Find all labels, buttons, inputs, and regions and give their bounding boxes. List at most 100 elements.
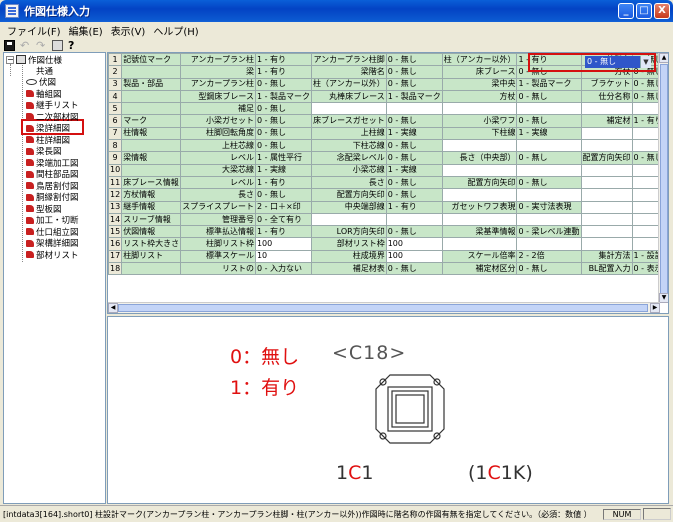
cell-value[interactable]: 100 <box>254 237 313 251</box>
cell-value[interactable]: 1 - 有り <box>254 65 313 79</box>
tree-item[interactable]: 二次部材図 <box>26 111 79 123</box>
tree-item[interactable]: 架構詳細図 <box>26 238 79 249</box>
cell-value[interactable]: 0 - 無し <box>516 89 582 104</box>
cell-value[interactable]: 0 - 無し <box>385 225 443 239</box>
minimize-button[interactable]: _ <box>618 3 634 19</box>
tree-item[interactable]: 軸組図 <box>26 88 62 100</box>
cell-value[interactable] <box>516 237 582 251</box>
cell-value[interactable] <box>516 212 582 227</box>
cell-label <box>441 139 518 153</box>
scroll-left-icon[interactable]: ◀ <box>108 303 118 313</box>
help-icon[interactable]: ? <box>68 40 79 51</box>
cell-value[interactable]: 0 - 無し <box>385 77 443 91</box>
hscroll-thumb[interactable] <box>118 304 648 312</box>
row-category: 梁情報 <box>121 151 182 165</box>
cell-value[interactable]: 1 - 製品マーク <box>385 89 443 104</box>
menu-bar: ファイル(F) 編集(E) 表示(V) ヘルプ(H) <box>0 22 673 38</box>
cell-label: ブラケット <box>580 77 633 91</box>
tree-item[interactable]: 型板図 <box>26 203 62 215</box>
maximize-button[interactable]: □ <box>636 3 652 19</box>
cell-value[interactable] <box>516 163 582 177</box>
cell-value[interactable]: 1 - 実線 <box>254 163 313 177</box>
cell-value[interactable]: 1 - 有り <box>385 200 443 214</box>
tree-item[interactable]: 加工・切断 <box>26 215 79 226</box>
cell-value[interactable]: 0 - 無し <box>385 53 443 67</box>
close-button[interactable]: X <box>654 3 670 19</box>
redo-icon[interactable]: ↷ <box>36 40 47 51</box>
cell-value[interactable]: 0 - 無し <box>516 262 582 276</box>
cell-value[interactable] <box>516 139 582 153</box>
menu-view[interactable]: 表示(V) <box>107 23 150 38</box>
floor-name-select[interactable]: 0 - 無し ▼ <box>585 56 651 68</box>
cell-value[interactable] <box>385 212 443 227</box>
cell-value[interactable]: 1 - 属性平行 <box>254 151 313 165</box>
cell-value[interactable]: 0 - 無し <box>254 139 313 153</box>
cell-value[interactable]: 0 - 梁レベル連動 <box>516 225 582 239</box>
tree-item[interactable]: 柱詳細図 <box>26 134 70 146</box>
cell-value[interactable]: 1 - 実線 <box>385 163 443 177</box>
cell-value[interactable]: 1 - 製品マーク <box>254 89 313 104</box>
cell-label <box>580 200 633 214</box>
cell-value[interactable]: 0 - 無し <box>254 188 313 202</box>
cell-value[interactable]: 0 - 実寸法表現 <box>516 200 582 214</box>
cell-value[interactable]: 100 <box>385 249 443 264</box>
tree-root[interactable]: 作図仕様 <box>16 54 62 66</box>
cell-value[interactable]: 0 - 無し <box>385 151 443 165</box>
vertical-scrollbar[interactable]: ▲ ▼ <box>658 53 668 303</box>
cell-value[interactable]: 0 - 無し <box>516 175 582 190</box>
scroll-up-icon[interactable]: ▲ <box>659 53 668 63</box>
tree-item[interactable]: 仕口組立図 <box>26 226 79 238</box>
cell-value[interactable]: 1 - 実線 <box>516 126 582 141</box>
cell-value[interactable]: 0 - 無し <box>385 139 443 153</box>
tree-item[interactable]: 梁端加工図 <box>26 157 79 169</box>
cell-value[interactable]: 0 - 無し <box>254 126 313 141</box>
cell-value[interactable]: 0 - 無し <box>254 102 313 116</box>
cell-value[interactable]: 1 - 実線 <box>385 126 443 141</box>
scroll-thumb[interactable] <box>660 64 668 294</box>
cell-value[interactable]: 0 - 無し <box>254 114 313 128</box>
row-category <box>121 102 182 116</box>
cell-value[interactable]: 0 - 無し <box>385 65 443 79</box>
cell-value[interactable]: 0 - 入力ない <box>254 262 313 276</box>
scroll-down-icon[interactable]: ▼ <box>659 293 668 303</box>
cell-value[interactable]: 10 <box>254 249 313 264</box>
cell-value[interactable]: 0 - 無し <box>385 175 443 190</box>
tree-item[interactable]: 梁長図 <box>26 146 62 157</box>
tree-item[interactable]: 共通 <box>26 65 53 77</box>
tree-item[interactable]: 間柱部品図 <box>26 169 79 180</box>
cell-value[interactable] <box>516 188 582 202</box>
cell-value[interactable]: 0 - 無し <box>385 188 443 202</box>
save-icon[interactable] <box>4 39 15 51</box>
tree-item[interactable]: 継手リスト <box>26 100 79 111</box>
cell-value[interactable]: 0 - 無し <box>385 114 443 128</box>
cell-value[interactable]: 100 <box>385 237 443 251</box>
category-tree[interactable]: − 作図仕様 共通 伏図 軸組図 継手リスト 二次部材図 梁詳細図 柱詳細図 梁長図 梁端加工図… <box>3 52 106 504</box>
tree-item[interactable]: 胴縁割付図 <box>26 192 79 203</box>
collapse-toggle-icon[interactable]: − <box>6 56 14 64</box>
menu-help[interactable]: ヘルプ(H) <box>149 23 202 38</box>
scroll-right-icon[interactable]: ▶ <box>650 303 660 313</box>
tree-item[interactable]: 鳥居割付図 <box>26 180 79 192</box>
cell-value[interactable]: 0 - 全て有り <box>254 212 313 227</box>
menu-edit[interactable]: 編集(E) <box>65 23 107 38</box>
cell-value[interactable]: 1 - 製品マーク <box>516 77 582 91</box>
cell-value[interactable]: 0 - 無し <box>516 151 582 165</box>
chevron-down-icon[interactable]: ▼ <box>640 56 651 68</box>
cell-value[interactable]: 0 - 無し <box>254 77 313 91</box>
print-icon[interactable] <box>52 39 63 51</box>
cell-value[interactable]: 1 - 有り <box>254 225 313 239</box>
cell-value[interactable]: 2 - 口＋×印 <box>254 200 313 214</box>
tree-item[interactable]: 伏図 <box>26 77 56 88</box>
undo-icon[interactable]: ↶ <box>20 40 31 51</box>
cell-value[interactable]: 1 - 有り <box>254 175 313 190</box>
cell-value[interactable] <box>516 102 582 116</box>
cell-value[interactable]: 2 - 2倍 <box>516 249 582 264</box>
cell-value[interactable]: 1 - 有り <box>254 53 313 67</box>
tree-item[interactable]: 部材リスト <box>26 249 79 261</box>
cell-value[interactable]: 0 - 無し <box>516 114 582 128</box>
tree-item[interactable]: 梁詳細図 <box>26 123 70 134</box>
cell-value[interactable] <box>385 102 443 116</box>
horizontal-scrollbar[interactable]: ◀ ▶ <box>108 302 660 313</box>
menu-file[interactable]: ファイル(F) <box>3 23 65 38</box>
cell-value[interactable]: 0 - 無し <box>385 262 443 276</box>
